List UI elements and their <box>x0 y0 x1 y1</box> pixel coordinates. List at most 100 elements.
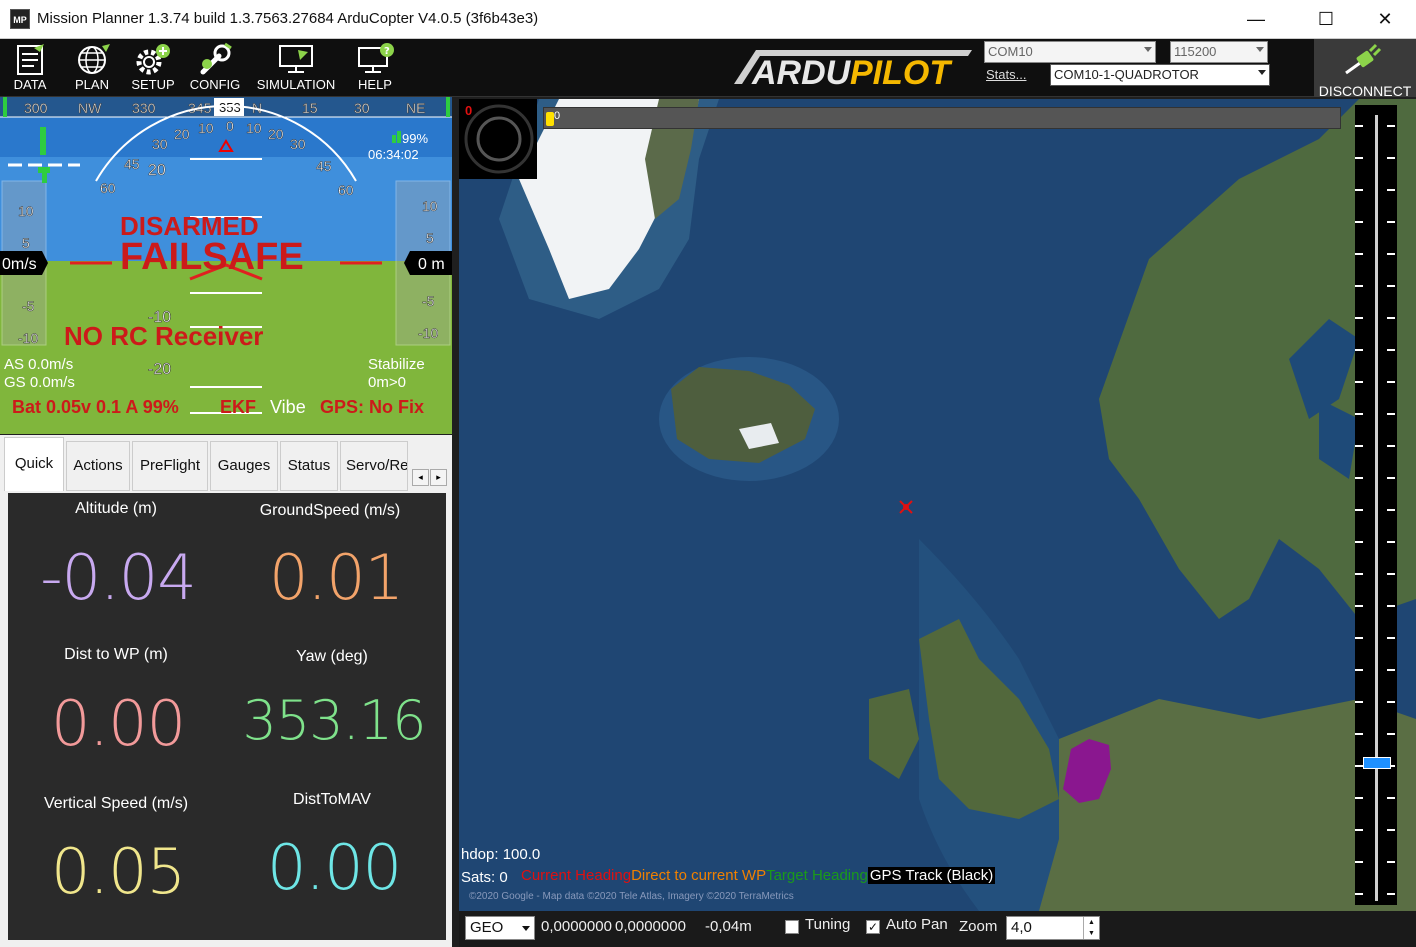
tab-scroll-right-icon[interactable]: ▸ <box>430 469 447 486</box>
roll-tick: 10 <box>246 120 262 136</box>
mission-progress-bar: 0 <box>543 107 1341 129</box>
stats-link[interactable]: Stats... <box>986 67 1026 82</box>
compass-label: 0 <box>465 103 473 118</box>
legend-gps-track: GPS Track (Black) <box>867 867 996 884</box>
setup-button[interactable]: SETUP <box>126 42 180 96</box>
quick-value-altitude: -0.04 <box>40 541 196 614</box>
wrench-icon <box>200 42 232 75</box>
data-icon <box>17 44 44 75</box>
groundspeed-readout: GS 0.0m/s <box>4 374 75 391</box>
zoom-spinner[interactable]: 4,0 ▲ ▼ <box>1006 916 1100 940</box>
quick-label-dist-mav: DistToMAV <box>293 791 371 808</box>
config-label: CONFIG <box>189 77 241 92</box>
heading-tick: 330 <box>132 100 156 116</box>
heading-tick: 300 <box>24 100 48 116</box>
close-button[interactable]: ✕ <box>1362 0 1408 39</box>
plan-button[interactable]: PLAN <box>66 42 118 96</box>
coord-system-select[interactable]: GEO <box>465 916 535 940</box>
flight-mode: Stabilize <box>368 356 425 373</box>
tab-quick[interactable]: Quick <box>4 437 64 491</box>
port-select[interactable]: COM10 <box>984 41 1156 63</box>
zoom-track <box>1375 115 1378 901</box>
roll-tick: 60 <box>338 182 354 198</box>
window-title: Mission Planner 1.3.74 build 1.3.7563.27… <box>37 10 539 27</box>
alt-tick: -10 <box>418 325 438 341</box>
quick-label-altitude: Altitude (m) <box>75 500 157 517</box>
tuning-checkbox[interactable] <box>785 920 799 934</box>
svg-text:ARDU: ARDU <box>751 54 852 88</box>
battery-status[interactable]: Bat 0.05v 0.1 A 99% <box>12 397 179 417</box>
sats-readout: Sats: 0 <box>461 869 508 886</box>
quick-value-dist-mav: 0.00 <box>266 831 402 904</box>
config-button[interactable]: CONFIG <box>188 42 242 96</box>
quick-panel: Altitude (m) -0.04 GroundSpeed (m/s) 0.0… <box>8 493 446 940</box>
zoom-slider[interactable] <box>1355 105 1397 905</box>
chevron-down-icon <box>522 926 530 931</box>
vibe-status[interactable]: Vibe <box>270 397 306 417</box>
maximize-button[interactable]: ☐ <box>1303 0 1349 39</box>
coord-system-value: GEO <box>470 919 504 936</box>
minimize-button[interactable]: — <box>1233 0 1279 39</box>
ekf-status[interactable]: EKF <box>220 397 256 417</box>
tab-scroll-left-icon[interactable]: ◂ <box>412 469 429 486</box>
data-label: DATA <box>13 77 47 92</box>
chevron-down-icon <box>1144 47 1152 52</box>
quick-label-vspeed: Vertical Speed (m/s) <box>43 795 189 812</box>
help-button[interactable]: ? HELP <box>350 42 400 96</box>
device-select[interactable]: COM10-1-QUADROTOR <box>1050 64 1270 86</box>
heading-tick: NW <box>78 100 102 116</box>
tab-preflight[interactable]: PreFlight <box>132 441 208 491</box>
globe-icon <box>78 44 110 74</box>
speed-value: 0m/s <box>2 256 37 273</box>
wp-distance: 0m>0 <box>368 374 406 391</box>
zoom-ticks <box>1355 125 1363 905</box>
tab-actions[interactable]: Actions <box>66 441 130 491</box>
status-failsafe: FAILSAFE <box>120 236 304 278</box>
quick-label-groundspeed: GroundSpeed (m/s) <box>259 502 401 519</box>
chevron-down-icon <box>1258 70 1266 75</box>
gear-plus-icon <box>136 44 170 75</box>
disconnect-label: DISCONNECT <box>1318 83 1412 99</box>
tab-servo[interactable]: Servo/Re <box>340 441 408 491</box>
roll-tick: 45 <box>124 156 140 172</box>
baud-select[interactable]: 115200 <box>1170 41 1268 63</box>
speed-tick: 10 <box>18 203 34 219</box>
device-value: COM10-1-QUADROTOR <box>1054 67 1199 82</box>
roll-tick: 0 <box>226 118 234 134</box>
heading-value: 353 <box>219 100 241 115</box>
disconnect-button[interactable]: DISCONNECT <box>1314 39 1416 99</box>
simulation-button[interactable]: SIMULATION <box>252 42 340 96</box>
map-view[interactable]: 0 0 hdop: 100.0 Sats: 0 Current HeadingD… <box>459 99 1416 911</box>
quick-label-dist-wp: Dist to WP (m) <box>64 646 168 663</box>
hdop-readout: hdop: 100.0 <box>461 846 541 863</box>
legend-target-heading: Target Heading <box>766 867 868 884</box>
plug-icon <box>1345 43 1382 75</box>
tab-status[interactable]: Status <box>280 441 338 491</box>
zoom-thumb[interactable] <box>1363 757 1391 769</box>
gps-status[interactable]: GPS: No Fix <box>320 397 424 417</box>
heading-tick: NE <box>406 100 425 116</box>
data-button[interactable]: DATA <box>4 42 56 96</box>
pitch-mark: -20 <box>148 361 171 378</box>
airspeed-readout: AS 0.0m/s <box>4 356 73 373</box>
setup-label: SETUP <box>131 77 175 92</box>
roll-tick: 20 <box>268 126 284 142</box>
status-no-rc: NO RC Receiver <box>64 321 263 351</box>
quick-value-groundspeed: 0.01 <box>268 541 404 614</box>
spin-up-icon[interactable]: ▲ <box>1083 917 1099 928</box>
longitude-readout: 0,0000000 <box>615 918 686 935</box>
plan-label: PLAN <box>75 77 109 92</box>
tab-gauges[interactable]: Gauges <box>210 441 278 491</box>
roll-tick: 45 <box>316 158 332 174</box>
progress-label: 0 <box>554 110 561 122</box>
compass-widget: 0 <box>459 99 537 179</box>
spin-down-icon[interactable]: ▼ <box>1083 928 1099 939</box>
roll-tick: 10 <box>198 120 214 136</box>
hud-graphics: 300 NW 330 345 N 15 30 NE 353 60 45 30 2… <box>0 97 452 434</box>
help-monitor-icon: ? <box>358 43 394 73</box>
ardupilot-logo: ARDU PILOT <box>734 50 972 88</box>
legend-direct-wp: Direct to current WP <box>631 867 767 884</box>
chevron-down-icon <box>1256 47 1264 52</box>
autopan-checkbox[interactable]: ✓ <box>866 920 880 934</box>
zoom-value: 4,0 <box>1011 919 1032 936</box>
